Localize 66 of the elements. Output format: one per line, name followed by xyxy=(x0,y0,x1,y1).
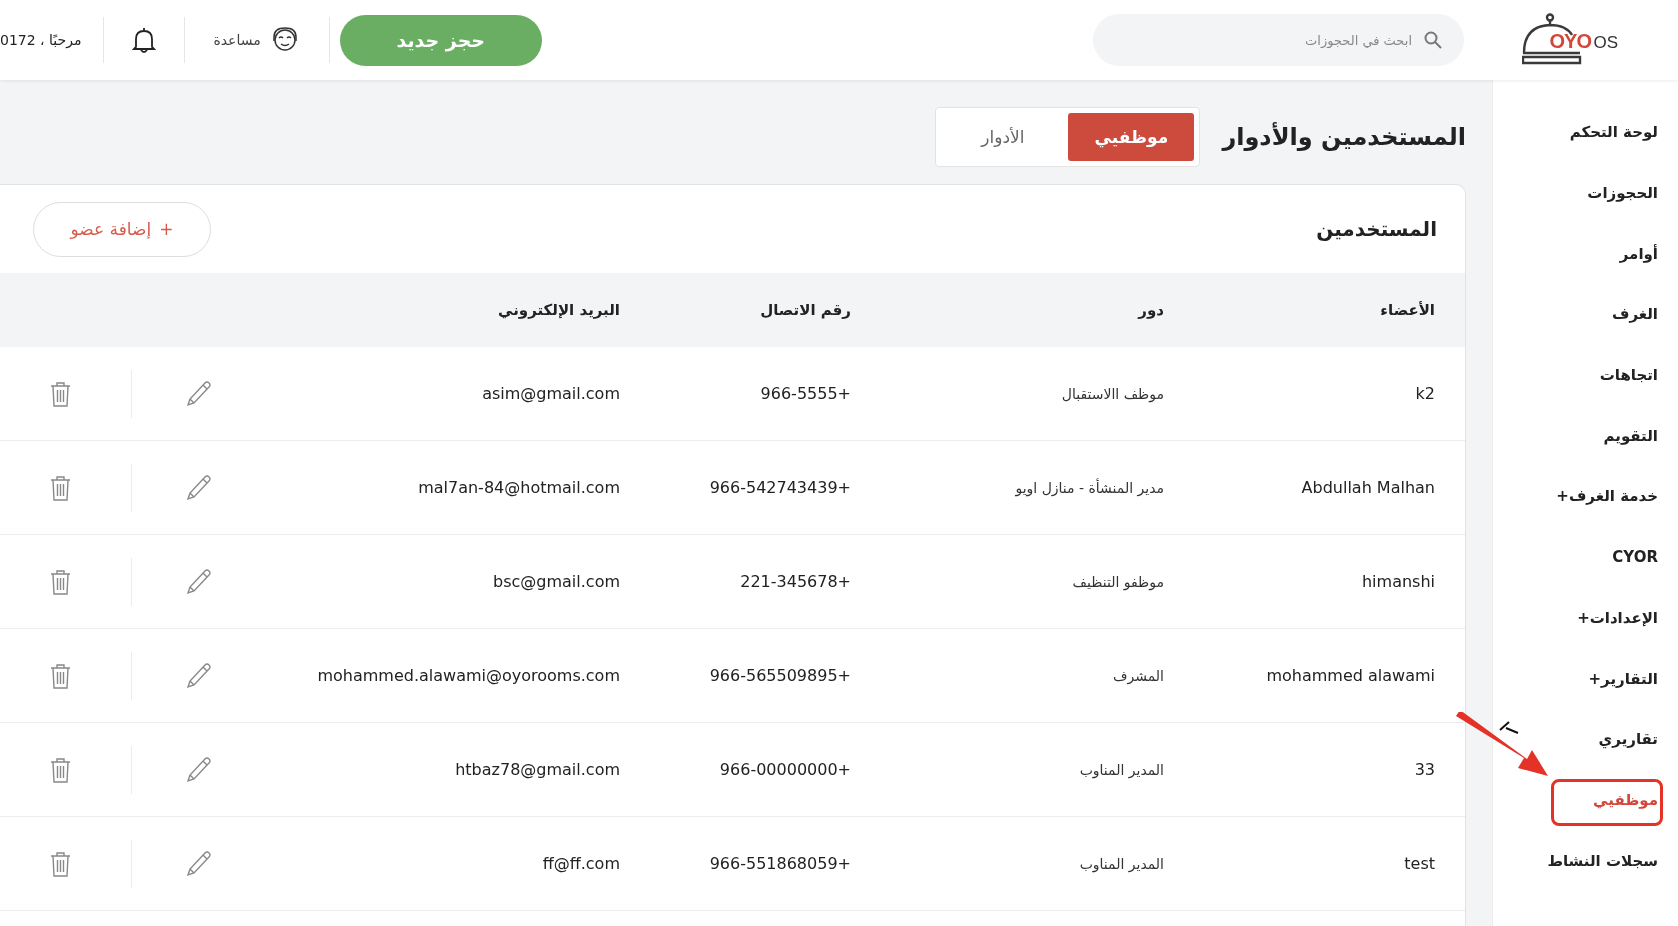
table-cell-text: 966-551868059+ xyxy=(708,854,851,873)
sidebar-item[interactable]: الإعدادات+ xyxy=(1493,587,1678,649)
sidebar-item[interactable]: سجلات النشاط xyxy=(1493,830,1678,891)
column-header: رقم الاتصال xyxy=(759,301,851,319)
trash-icon[interactable] xyxy=(50,380,71,407)
tab[interactable]: الأدوار xyxy=(941,113,1065,161)
pencil-icon[interactable] xyxy=(186,756,212,783)
column-header: دور xyxy=(1136,301,1164,319)
table-cell-text: himanshi xyxy=(1360,572,1435,591)
trash-icon[interactable] xyxy=(50,662,71,689)
sidebar-item[interactable]: تقاريري xyxy=(1493,708,1678,770)
column-header: الأعضاء xyxy=(1379,301,1435,319)
sidebar-item[interactable]: أوامر xyxy=(1493,223,1678,285)
bell-icon[interactable] xyxy=(132,26,157,54)
table-cell-text: 966-542743439+ xyxy=(708,478,851,497)
table-cell-text: asim@gmail.com xyxy=(481,384,620,403)
search-field[interactable]: ابحث في الحجوزات xyxy=(1093,14,1464,66)
table-cell-text: mohammed.alawami@oyorooms.com xyxy=(316,666,620,685)
table-cell-text: موظفو التنظيف xyxy=(1071,573,1164,590)
trash-icon[interactable] xyxy=(50,756,71,783)
pencil-icon[interactable] xyxy=(186,568,212,595)
sidebar-item[interactable]: موظفيي xyxy=(1493,769,1678,831)
sidebar-item[interactable]: الغرف xyxy=(1493,284,1678,345)
table-cell-text: 221-345678+ xyxy=(739,572,851,591)
column-header: البريد الإلكتروني xyxy=(497,301,620,319)
trash-icon[interactable] xyxy=(50,474,71,501)
help-link[interactable]: مساعدة xyxy=(213,32,261,48)
pencil-icon[interactable] xyxy=(186,474,212,501)
table-cell-text: المدير المناوب xyxy=(1078,761,1164,778)
sidebar-item[interactable]: الحجوزات xyxy=(1493,162,1678,224)
table-cell-text: mal7an-84@hotmail.com xyxy=(417,478,620,497)
sidebar-item[interactable]: لوحة التحكم xyxy=(1493,102,1678,163)
table-cell-text: المشرف xyxy=(1112,667,1164,684)
add-member-button[interactable]: + إضافة عضو xyxy=(33,201,211,257)
table-cell-text: 966-565509895+ xyxy=(708,666,851,685)
trash-icon[interactable] xyxy=(50,850,71,877)
table-cell-text: test xyxy=(1403,854,1435,873)
tab[interactable]: موظفيي xyxy=(1068,113,1195,161)
table-cell-text: mohammed alawami xyxy=(1265,666,1435,685)
table-cell-text: 33 xyxy=(1413,760,1435,779)
table-cell-text: 966-00000000+ xyxy=(718,760,851,779)
pencil-icon[interactable] xyxy=(186,662,212,689)
card-title: المستخدمين xyxy=(1316,217,1437,241)
sidebar-item[interactable]: خدمة الغرف+ xyxy=(1493,466,1678,527)
pencil-icon[interactable] xyxy=(186,380,212,407)
sidebar-item[interactable]: CYOR xyxy=(1493,526,1678,588)
logo-suffix: OS xyxy=(1593,33,1618,53)
table-cell-text: k2 xyxy=(1414,384,1435,403)
sidebar-item[interactable]: التقارير+ xyxy=(1493,648,1678,709)
pencil-icon[interactable] xyxy=(186,850,212,877)
greeting-text: مرحبًا ، 0172 xyxy=(0,32,83,48)
trash-icon[interactable] xyxy=(50,568,71,595)
table-cell-text: 966-5555+ xyxy=(759,384,851,403)
sidebar-item[interactable]: التقويم xyxy=(1493,405,1678,467)
logo-brand: OYO xyxy=(1549,30,1591,53)
pen-mark xyxy=(1498,720,1520,736)
table-cell-text: Abdullah Malhan xyxy=(1300,478,1435,497)
table-cell-text: المدير المناوب xyxy=(1078,855,1164,872)
table-cell-text: ff@ff.com xyxy=(541,854,620,873)
headset-face-icon[interactable] xyxy=(270,26,299,54)
table-cell-text: htbaz78@gmail.com xyxy=(454,760,620,779)
table-cell-text: مدير المنشأة - منازل اويو xyxy=(1014,479,1164,496)
page-title: المستخدمين والأدوار xyxy=(1222,123,1466,151)
table-cell-text: موظف االاستقبال xyxy=(1060,385,1164,402)
table-cell-text: bsc@gmail.com xyxy=(492,572,620,591)
sidebar-item[interactable]: اتجاهات xyxy=(1493,344,1678,406)
